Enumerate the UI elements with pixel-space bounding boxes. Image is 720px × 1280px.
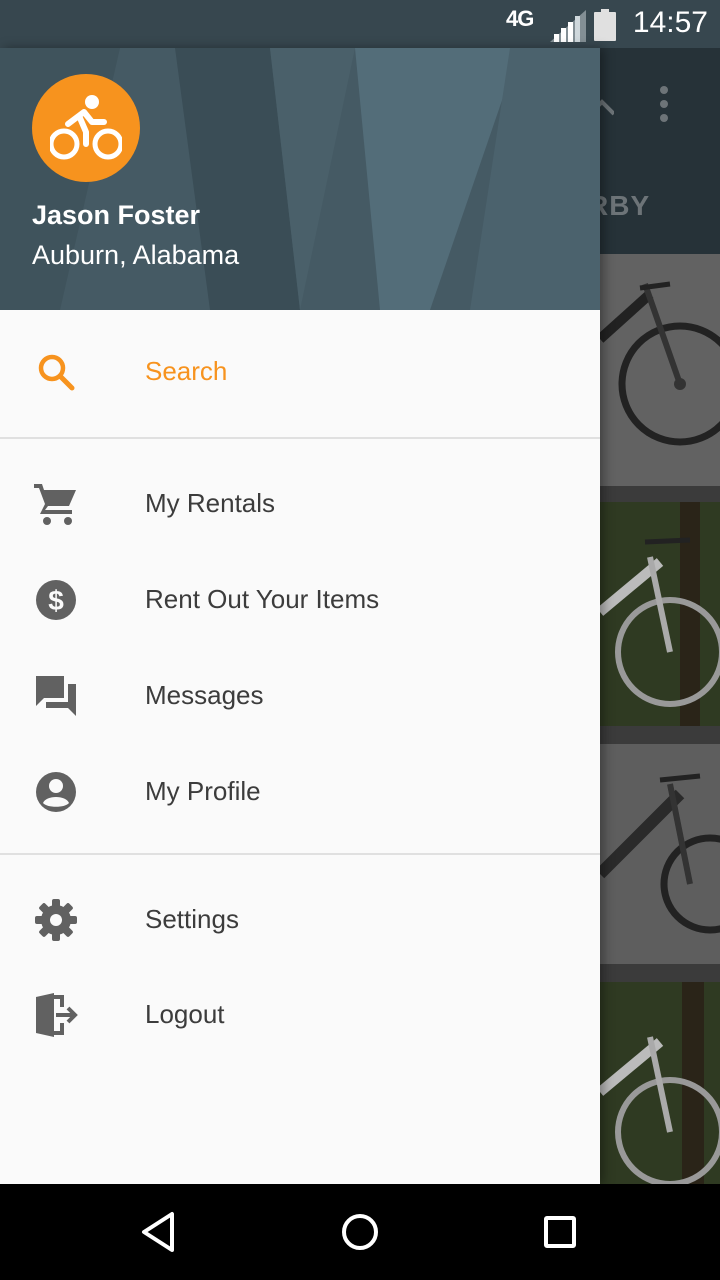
more-vert-icon [660,86,668,122]
bike-image [600,744,720,964]
menu-item-my-profile[interactable]: My Profile [0,744,600,840]
menu-item-label: Messages [145,680,264,710]
menu-item-label: Settings [145,904,239,934]
menu-item-search[interactable]: Search [0,324,600,420]
menu-item-logout[interactable]: Logout [0,967,600,1063]
chat-icon [36,676,76,716]
avatar[interactable] [32,74,140,182]
logout-icon [36,993,78,1037]
user-name: Jason Foster [32,200,201,230]
bike-listing-card[interactable] [600,502,720,726]
home-icon[interactable] [338,1210,382,1254]
navigation-drawer: Jason Foster Auburn, Alabama Search My R… [0,48,600,1184]
network-indicator: 4G [506,6,534,31]
menu-item-my-rentals[interactable]: My Rentals [0,456,600,552]
menu-item-label: My Rentals [145,488,276,518]
divider [0,853,600,855]
system-nav-bar [0,1184,720,1280]
menu-item-label: My Profile [145,776,261,806]
svg-text:$: $ [48,585,64,616]
menu-item-label: Rent Out Your Items [145,584,380,614]
bike-listing-card[interactable] [600,254,720,486]
menu-item-label: Search [145,356,228,386]
dollar-icon: $ [36,580,76,620]
menu-item-messages[interactable]: Messages [0,648,600,744]
account-icon [36,772,76,812]
signal-icon [550,10,586,42]
drawer-header: Jason Foster Auburn, Alabama [0,48,600,310]
status-bar: 4G 14:57 [0,0,720,48]
menu-item-settings[interactable]: Settings [0,872,600,968]
bike-listing-card[interactable] [600,744,720,964]
search-icon [38,354,75,391]
bike-listing-card[interactable] [600,982,720,1184]
background-screen[interactable]: RBY [588,48,720,1184]
battery-icon [594,9,616,41]
menu-item-label: Logout [145,999,225,1029]
bike-image [600,982,720,1184]
divider [0,437,600,439]
bike-image [600,254,720,486]
user-location: Auburn, Alabama [32,240,240,270]
bicycle-icon [50,95,122,160]
back-icon[interactable] [138,1210,182,1254]
cart-icon [34,484,76,525]
bike-image [600,502,720,726]
gear-icon [35,899,77,941]
clock: 14:57 [632,6,708,39]
recents-icon[interactable] [538,1210,582,1254]
background-toolbar: RBY [588,48,720,254]
menu-item-rent-out-your-items[interactable]: $ Rent Out Your Items [0,552,600,648]
